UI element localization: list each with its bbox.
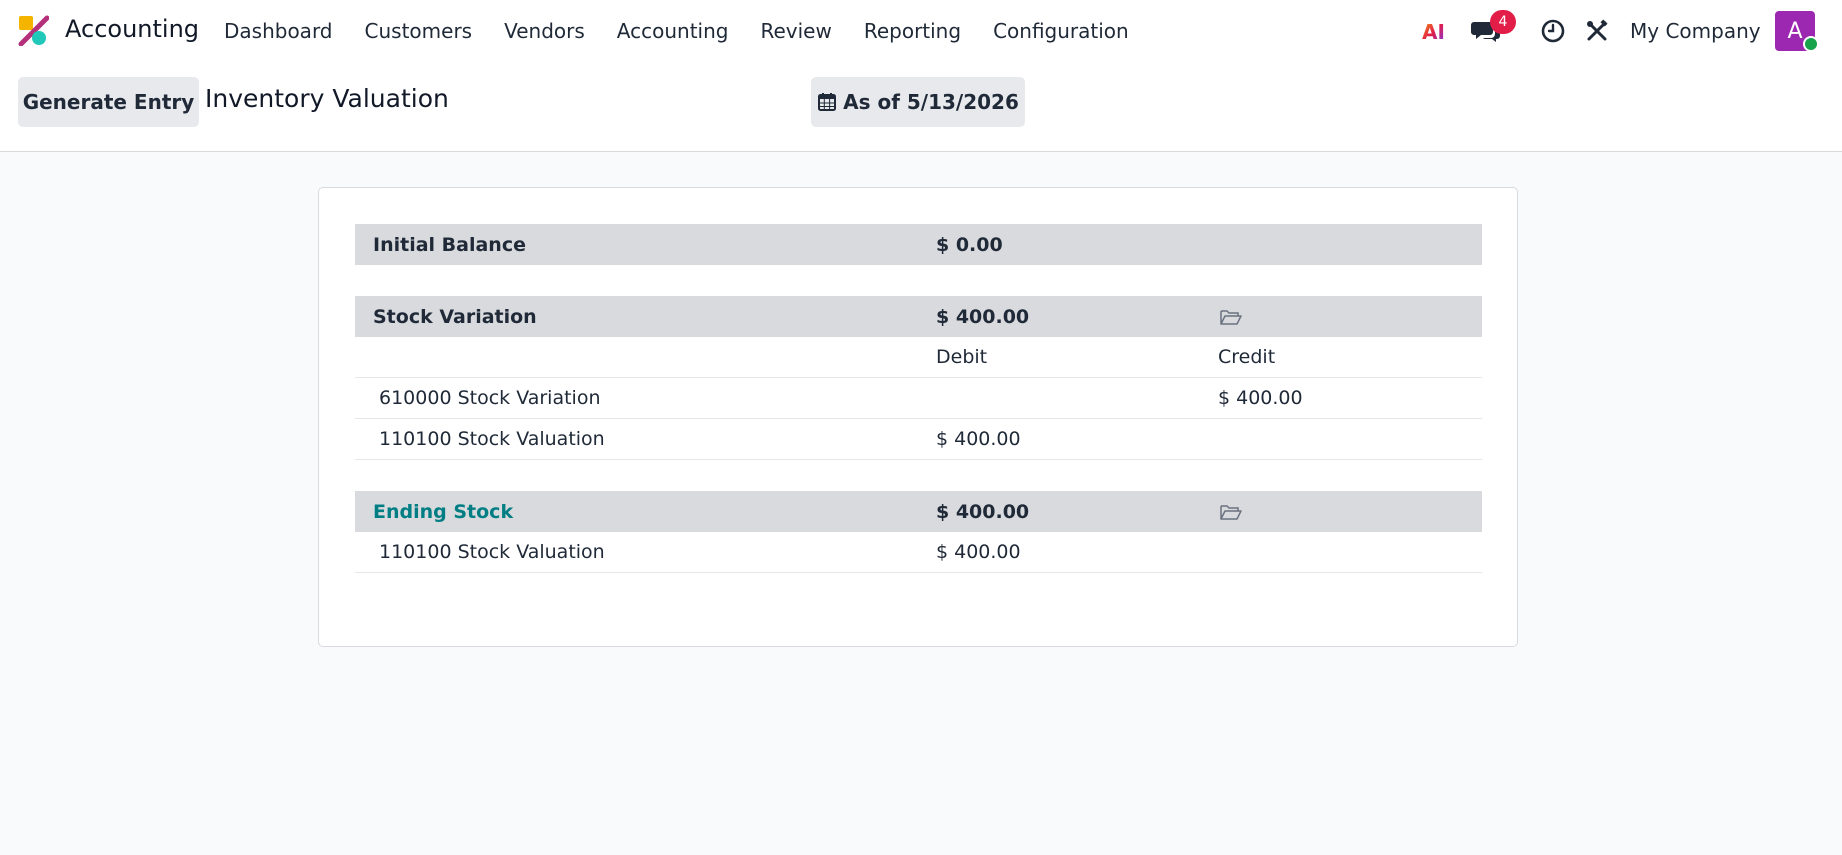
calendar-icon [818, 93, 837, 111]
folder-open-icon[interactable] [1220, 503, 1242, 521]
top-navbar: Accounting Dashboard Customers Vendors A… [0, 0, 1842, 62]
stock-variation-header-row: Debit Credit [355, 337, 1482, 378]
ai-assistant-icon[interactable]: AI [1422, 20, 1452, 42]
menu-dashboard[interactable]: Dashboard [224, 19, 333, 43]
control-panel: Generate Entry Inventory Valuation As of… [0, 62, 1842, 152]
debit-column-header: Debit [936, 346, 988, 368]
menu-configuration[interactable]: Configuration [993, 19, 1129, 43]
stock-variation-row: Stock Variation $ 400.00 [355, 296, 1482, 337]
credit-amount: $ 400.00 [1218, 387, 1303, 409]
generate-entry-button[interactable]: Generate Entry [18, 77, 199, 127]
account-name: 610000 Stock Variation [379, 387, 601, 409]
menu-vendors[interactable]: Vendors [504, 19, 585, 43]
debit-amount: $ 400.00 [936, 541, 1021, 563]
ending-stock-amount: $ 400.00 [936, 500, 1030, 523]
debit-amount: $ 400.00 [936, 428, 1021, 450]
ending-stock-link[interactable]: Ending Stock [373, 501, 513, 523]
stock-variation-amount: $ 400.00 [936, 305, 1030, 328]
credit-column-header: Credit [1218, 346, 1276, 368]
initial-balance-amount: $ 0.00 [936, 233, 1003, 256]
menu-reporting[interactable]: Reporting [864, 19, 961, 43]
page-title: Inventory Valuation [205, 84, 449, 113]
chat-unread-badge: 4 [1490, 10, 1516, 34]
main-menu: Dashboard Customers Vendors Accounting R… [224, 0, 1161, 62]
table-row: 110100 Stock Valuation $ 400.00 [355, 419, 1482, 460]
initial-balance-row: Initial Balance $ 0.00 [355, 224, 1482, 265]
table-row: 110100 Stock Valuation $ 400.00 [355, 532, 1482, 573]
folder-open-icon[interactable] [1220, 308, 1242, 326]
online-status-indicator [1803, 36, 1819, 52]
table-row: 610000 Stock Variation $ 400.00 [355, 378, 1482, 419]
svg-text:AI: AI [1422, 20, 1445, 42]
activity-clock-icon[interactable] [1541, 19, 1565, 43]
menu-accounting[interactable]: Accounting [617, 19, 729, 43]
account-name: 110100 Stock Valuation [379, 428, 605, 450]
debug-tools-icon[interactable] [1585, 19, 1609, 43]
initial-balance-label: Initial Balance [373, 233, 526, 256]
inventory-valuation-report: Initial Balance $ 0.00 Stock Variation $… [355, 224, 1482, 573]
account-name: 110100 Stock Valuation [379, 541, 605, 563]
date-filter-label: As of 5/13/2026 [843, 90, 1019, 114]
date-filter-button[interactable]: As of 5/13/2026 [811, 77, 1025, 127]
company-switcher[interactable]: My Company [1630, 19, 1761, 43]
report-card: Initial Balance $ 0.00 Stock Variation $… [318, 187, 1518, 647]
app-name[interactable]: Accounting [65, 15, 199, 43]
ending-stock-row: Ending Stock $ 400.00 [355, 491, 1482, 532]
menu-review[interactable]: Review [760, 19, 831, 43]
menu-customers[interactable]: Customers [365, 19, 473, 43]
stock-variation-label: Stock Variation [373, 305, 537, 328]
accounting-app-logo-icon[interactable] [17, 14, 49, 46]
